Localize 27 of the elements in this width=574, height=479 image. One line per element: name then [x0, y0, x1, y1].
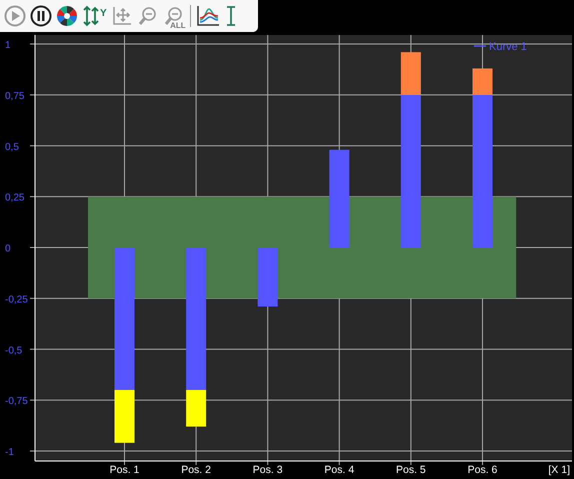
legend-label: Kurve 1 — [489, 41, 527, 53]
x-tick-label: Pos. 1 — [110, 464, 140, 476]
y-tick-label: 1 — [5, 40, 11, 51]
x-axis-label: [X 1] — [548, 464, 570, 476]
line-chart-icon — [196, 5, 220, 27]
y-tick-label: 0,5 — [5, 142, 19, 153]
legend-item: Kurve 1 — [474, 41, 527, 53]
x-tick-label: Pos. 5 — [396, 464, 426, 476]
y-tick-label: -1 — [5, 447, 14, 458]
y-tick-label: 0,75 — [5, 90, 24, 102]
y-tick-label: 0 — [5, 244, 11, 254]
y-tick-label: -0,5 — [5, 345, 22, 356]
move-icon — [110, 5, 133, 27]
y-tick-label: 0,25 — [5, 192, 24, 204]
zoom-out-icon — [162, 5, 185, 27]
play-icon — [4, 5, 26, 27]
x-tick-label: Pos. 3 — [252, 464, 283, 476]
pause-icon — [30, 5, 52, 27]
y-tick-label: -0,75 — [5, 396, 28, 408]
color-wheel-icon — [56, 5, 78, 27]
scale-y-button[interactable]: Y — [81, 2, 108, 30]
zoom-out-icon — [136, 5, 159, 27]
x-tick-label: Pos. 4 — [324, 464, 354, 476]
x-tick-label: Pos. 2 — [181, 464, 211, 476]
vertical-arrows-icon — [82, 5, 100, 27]
x-tick-label: Pos. 6 — [468, 464, 498, 476]
y-tick-label: -0,25 — [5, 294, 28, 306]
